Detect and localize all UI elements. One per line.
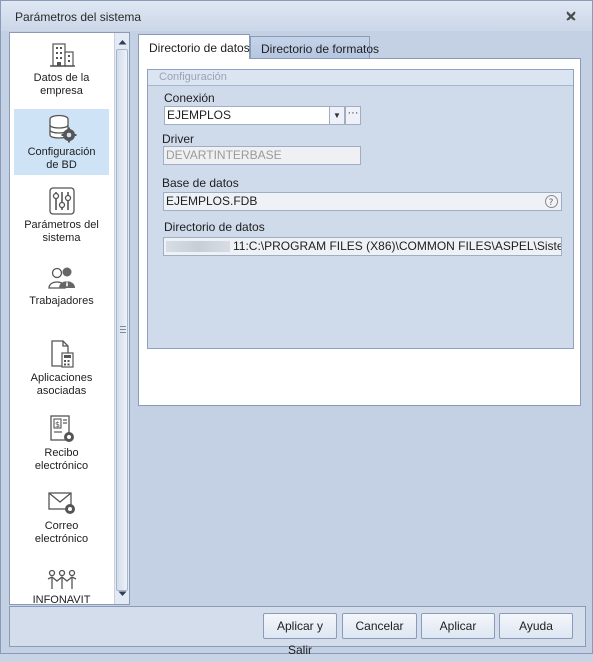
cancel-button[interactable]: Cancelar (342, 613, 417, 639)
tab-page-directorio-datos: Configuración Conexión EJEMPLOS ▼ ··· Dr… (138, 58, 581, 406)
button-bar: Aplicar y Salir Cancelar Aplicar Ayuda (9, 606, 586, 657)
sidebar-item-label: INFONAVIT (32, 594, 91, 604)
sidebar-item-label: Recibo electrónico (34, 447, 89, 472)
close-icon[interactable] (564, 9, 578, 23)
envelope-gear-icon (47, 492, 75, 514)
apply-button[interactable]: Aplicar (421, 613, 495, 639)
sidebar-item-label: Configuración de BD (27, 146, 96, 171)
sidebar-item-label: Correo electrónico (34, 520, 89, 545)
users-icon (47, 267, 75, 289)
tab-directorio-formatos[interactable]: Directorio de formatos (250, 36, 379, 59)
more-options-icon[interactable]: ··· (345, 106, 361, 125)
directorio-datos-label: Directorio de datos (164, 220, 265, 234)
database-gear-icon (48, 114, 76, 143)
chevron-down-icon[interactable]: ▼ (329, 106, 345, 125)
base-datos-field[interactable]: EJEMPLOS.FDB ? (163, 192, 562, 211)
sidebar-item-label: Trabajadores (29, 295, 94, 307)
svg-text:$: $ (55, 420, 60, 429)
base-datos-value: EJEMPLOS.FDB (166, 194, 258, 208)
tab-directorio-datos[interactable]: Directorio de datos (138, 34, 250, 59)
sidebar-item-label: Parámetros del sistema (24, 219, 99, 244)
sidebar-item-recibo[interactable]: $ Recibo electrónico (14, 411, 109, 479)
directorio-datos-field[interactable]: 11:C:\PROGRAM FILES (X86)\COMMON FILES\A… (163, 237, 562, 256)
document-calculator-icon (50, 340, 74, 368)
conexion-label: Conexión (164, 91, 215, 105)
scroll-up-icon[interactable] (117, 37, 128, 48)
sidebar-item-infonavit[interactable]: INFONAVIT (14, 566, 109, 604)
building-icon (49, 43, 75, 67)
sliders-icon (48, 187, 75, 215)
title-bar: Parámetros del sistema (1, 1, 592, 31)
configuracion-group: Configuración Conexión EJEMPLOS ▼ ··· Dr… (147, 69, 574, 349)
apply-exit-button[interactable]: Aplicar y Salir (263, 613, 337, 657)
conexion-select[interactable]: EJEMPLOS (164, 106, 330, 125)
scroll-grip-icon (120, 326, 126, 333)
sidebar-scrollbar[interactable] (114, 33, 129, 604)
sidebar-nav: Datos de la empresa Configuración de BD (9, 32, 130, 605)
directorio-datos-value: 11:C:\PROGRAM FILES (X86)\COMMON FILES\A… (233, 239, 562, 253)
sidebar-item-configuracion-bd[interactable]: Configuración de BD (14, 109, 109, 175)
window-title: Parámetros del sistema (15, 10, 142, 24)
sidebar-item-label: Aplicaciones asociadas (30, 372, 93, 397)
sidebar-item-correo[interactable]: Correo electrónico (14, 486, 109, 554)
sidebar-item-datos-empresa[interactable]: Datos de la empresa (14, 36, 109, 104)
svg-text:?: ? (549, 198, 554, 208)
help-button[interactable]: Ayuda (499, 613, 573, 639)
sidebar-item-label: Datos de la empresa (33, 72, 90, 97)
driver-label: Driver (162, 132, 194, 146)
driver-field: DEVARTINTERBASE (163, 146, 361, 165)
base-datos-label: Base de datos (162, 176, 239, 190)
scroll-thumb[interactable] (116, 49, 128, 591)
infonavit-people-icon (47, 569, 76, 589)
sidebar-item-parametros[interactable]: Parámetros del sistema (14, 183, 109, 251)
sidebar-item-aplicaciones[interactable]: Aplicaciones asociadas (14, 336, 109, 404)
receipt-gear-icon: $ (49, 415, 74, 442)
sidebar-list: Datos de la empresa Configuración de BD (10, 33, 113, 604)
group-title: Configuración (148, 70, 573, 86)
help-icon[interactable]: ? (544, 194, 559, 209)
parametros-window: Parámetros del sistema Datos de la empre… (0, 0, 593, 657)
redacted-block (166, 241, 230, 253)
sidebar-item-trabajadores[interactable]: Trabajadores (14, 261, 109, 317)
scroll-down-icon[interactable] (117, 588, 128, 599)
